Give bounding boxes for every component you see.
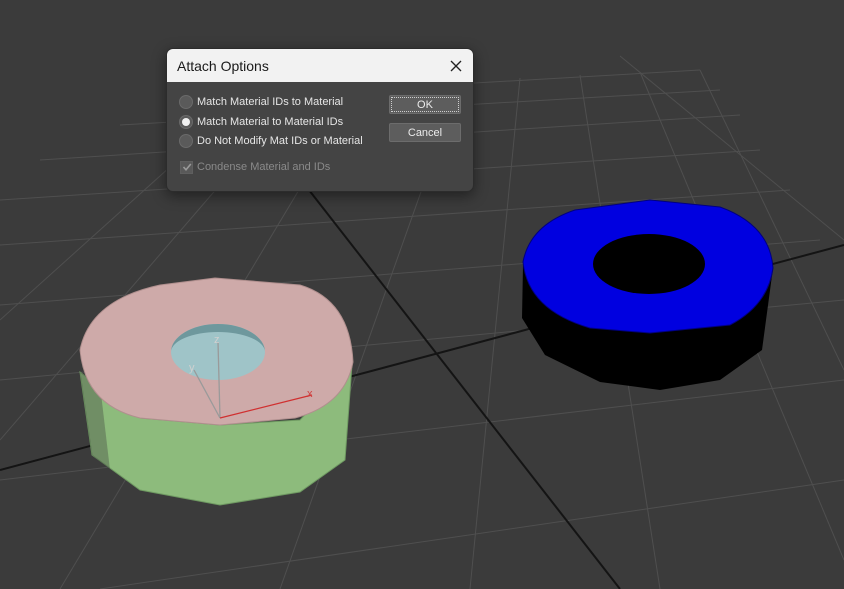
dialog-title: Attach Options [177, 58, 269, 74]
radio-match-ids-to-material[interactable] [179, 95, 193, 109]
option-do-not-modify[interactable]: Do Not Modify Mat IDs or Material [179, 132, 363, 150]
attach-options-dialog: Attach Options Match Material IDs to Mat… [166, 48, 474, 192]
cancel-button[interactable]: Cancel [389, 123, 461, 142]
condense-checkbox-row: Condense Material and IDs [180, 158, 330, 176]
ring-object[interactable] [522, 199, 774, 390]
radio-match-material-to-ids[interactable] [179, 115, 193, 129]
condense-label: Condense Material and IDs [197, 161, 331, 173]
gizmo-x-label: x [307, 388, 313, 400]
dialog-titlebar[interactable]: Attach Options [167, 49, 473, 82]
close-button[interactable] [439, 49, 473, 82]
condense-checkbox [180, 160, 193, 174]
option-match-material-to-ids[interactable]: Match Material to Material IDs [179, 113, 343, 131]
option-label: Do Not Modify Mat IDs or Material [197, 135, 363, 147]
option-match-ids-to-material[interactable]: Match Material IDs to Material [179, 93, 343, 111]
check-icon [182, 163, 191, 172]
gizmo-y-label: y [189, 362, 195, 374]
close-icon [450, 60, 462, 71]
option-label: Match Material to Material IDs [197, 116, 344, 128]
gizmo-z-label: z [214, 334, 220, 346]
ok-button[interactable]: OK [389, 95, 461, 114]
option-label: Match Material IDs to Material [197, 96, 344, 108]
radio-do-not-modify[interactable] [179, 134, 193, 148]
